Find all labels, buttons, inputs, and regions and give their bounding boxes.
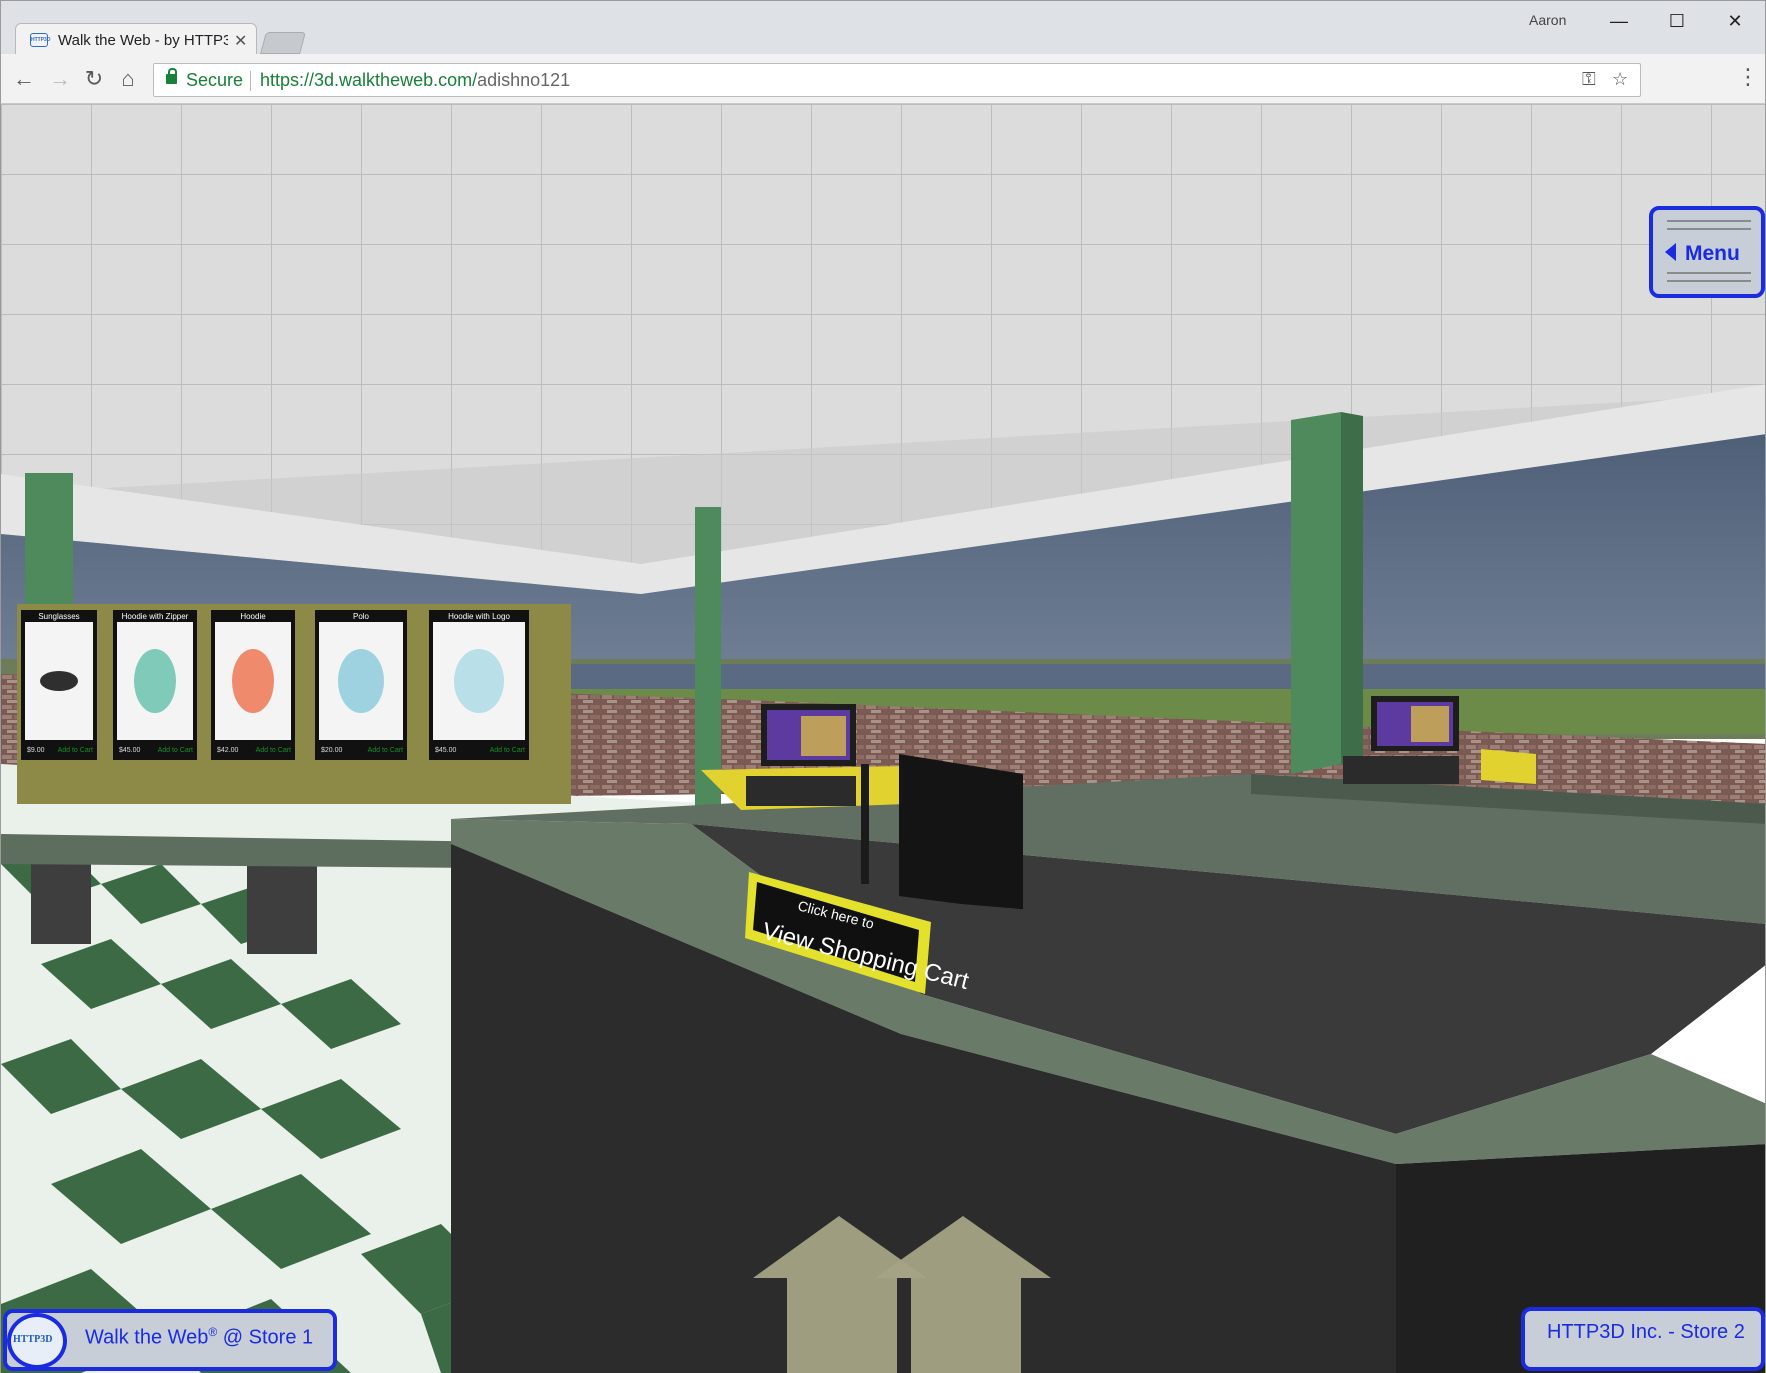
- registered-mark: ®: [208, 1325, 218, 1339]
- register-monitor: [899, 754, 1023, 912]
- product-illustration: [338, 649, 384, 713]
- product-panel[interactable]: Hoodie $42.00 Add to Cart: [211, 610, 295, 760]
- column: [695, 507, 721, 807]
- pos-keyboard: [1343, 756, 1459, 784]
- browser-toolbar: ← → ↻ ⌂ Secure https://3d.walktheweb.com…: [0, 54, 1766, 104]
- product-illustration: [454, 649, 504, 713]
- product-illustration: [232, 649, 274, 713]
- url-path: adishno121: [477, 70, 571, 90]
- add-to-cart-button[interactable]: Add to Cart: [368, 747, 403, 754]
- product-price: $45.00: [435, 747, 457, 754]
- 3d-scene[interactable]: Sunglasses$9.00 Add to CartHoodie with Zi…: [1, 104, 1766, 1373]
- tab-close-icon[interactable]: ✕: [234, 31, 247, 51]
- add-to-cart-button[interactable]: Add to Cart: [158, 747, 193, 754]
- logo-text: HTTP3D: [13, 1334, 53, 1345]
- product-panel[interactable]: Hoodie with Logo $45.00 Add to Cart: [429, 610, 529, 760]
- 3d-viewport[interactable]: Sunglasses $9.00 Add to Cart Hoodie with Zi…: [0, 104, 1766, 1373]
- pos-screen-keys: [1411, 706, 1449, 742]
- pos-keyboard: [746, 776, 856, 806]
- product-price: $20.00: [321, 747, 343, 754]
- lock-icon: [166, 68, 177, 84]
- divider: [250, 71, 251, 91]
- product-illustration: [134, 649, 176, 713]
- column-side: [1341, 412, 1363, 764]
- key-icon[interactable]: ⚿: [1582, 69, 1596, 90]
- pos-stand-yellow: [1481, 749, 1536, 784]
- menu-label: Menu: [1685, 242, 1740, 265]
- product-name: Hoodie with Logo: [448, 612, 510, 621]
- product-panel[interactable]: Hoodie with Zipper $45.00 Add to Cart: [113, 610, 197, 760]
- store-link-badge[interactable]: HTTP3D Inc. - Store 2: [1521, 1307, 1765, 1371]
- add-to-cart-button[interactable]: Add to Cart: [58, 747, 93, 754]
- security-label: Secure: [186, 70, 244, 90]
- menu-grip-lines: [1667, 220, 1751, 230]
- register-pole: [861, 764, 869, 884]
- badge-text: Walk the Web® @ Store 1: [85, 1325, 313, 1350]
- address-bar[interactable]: Secure https://3d.walktheweb.com/adishno…: [153, 63, 1641, 97]
- tab-title: Walk the Web - by HTTP3D: [58, 32, 228, 49]
- title-bar: HTTP3D Walk the Web - by HTTP3D ✕ Aaron …: [0, 0, 1766, 57]
- browser-tab[interactable]: HTTP3D Walk the Web - by HTTP3D ✕: [15, 23, 257, 57]
- reload-icon[interactable]: ↻: [79, 65, 109, 93]
- product-price: $45.00: [119, 747, 141, 754]
- product-panel[interactable]: Sunglasses $9.00 Add to Cart: [21, 610, 97, 760]
- product-price: $42.00: [217, 747, 239, 754]
- kebab-menu-icon[interactable]: ⋮: [1737, 64, 1759, 90]
- add-to-cart-button[interactable]: Add to Cart: [490, 747, 525, 754]
- product-name: Polo: [353, 612, 370, 621]
- favicon-icon: HTTP3D: [30, 33, 50, 47]
- column: [1291, 412, 1341, 774]
- back-icon[interactable]: ←: [9, 65, 39, 93]
- product-illustration: [40, 671, 78, 691]
- product-panel[interactable]: Polo $20.00 Add to Cart: [315, 610, 407, 760]
- pos-screen-keys: [801, 716, 846, 756]
- product-price: $9.00: [27, 747, 45, 754]
- maximize-icon[interactable]: ☐: [1655, 7, 1699, 35]
- http3d-logo[interactable]: HTTP3D: [7, 1313, 67, 1369]
- product-name: Hoodie with Zipper: [122, 612, 189, 621]
- store-link-text: HTTP3D Inc. - Store 2: [1547, 1321, 1745, 1343]
- walk-the-web-badge[interactable]: HTTP3D Walk the Web® @ Store 1: [3, 1309, 337, 1371]
- url-text: https://3d.walktheweb.com/adishno121: [260, 70, 570, 91]
- product-name: Hoodie: [240, 612, 266, 621]
- menu-button[interactable]: Menu: [1649, 206, 1765, 298]
- minimize-icon[interactable]: —: [1597, 7, 1641, 35]
- forward-icon[interactable]: →: [45, 65, 75, 93]
- menu-grip-lines: [1667, 272, 1751, 282]
- add-to-cart-button[interactable]: Add to Cart: [256, 747, 291, 754]
- menu-arrow-icon: [1665, 243, 1676, 261]
- display-table-leg: [247, 854, 317, 954]
- profile-name[interactable]: Aaron: [1529, 12, 1566, 28]
- star-icon[interactable]: ☆: [1612, 69, 1628, 90]
- new-tab-button[interactable]: [260, 32, 306, 54]
- badge-store: @ Store 1: [217, 1326, 314, 1349]
- url-host: https://3d.walktheweb.com/: [260, 70, 478, 90]
- home-icon[interactable]: ⌂: [113, 65, 143, 93]
- window-close-icon[interactable]: ✕: [1713, 7, 1757, 35]
- badge-title: Walk the Web: [85, 1326, 209, 1349]
- product-name: Sunglasses: [38, 612, 79, 621]
